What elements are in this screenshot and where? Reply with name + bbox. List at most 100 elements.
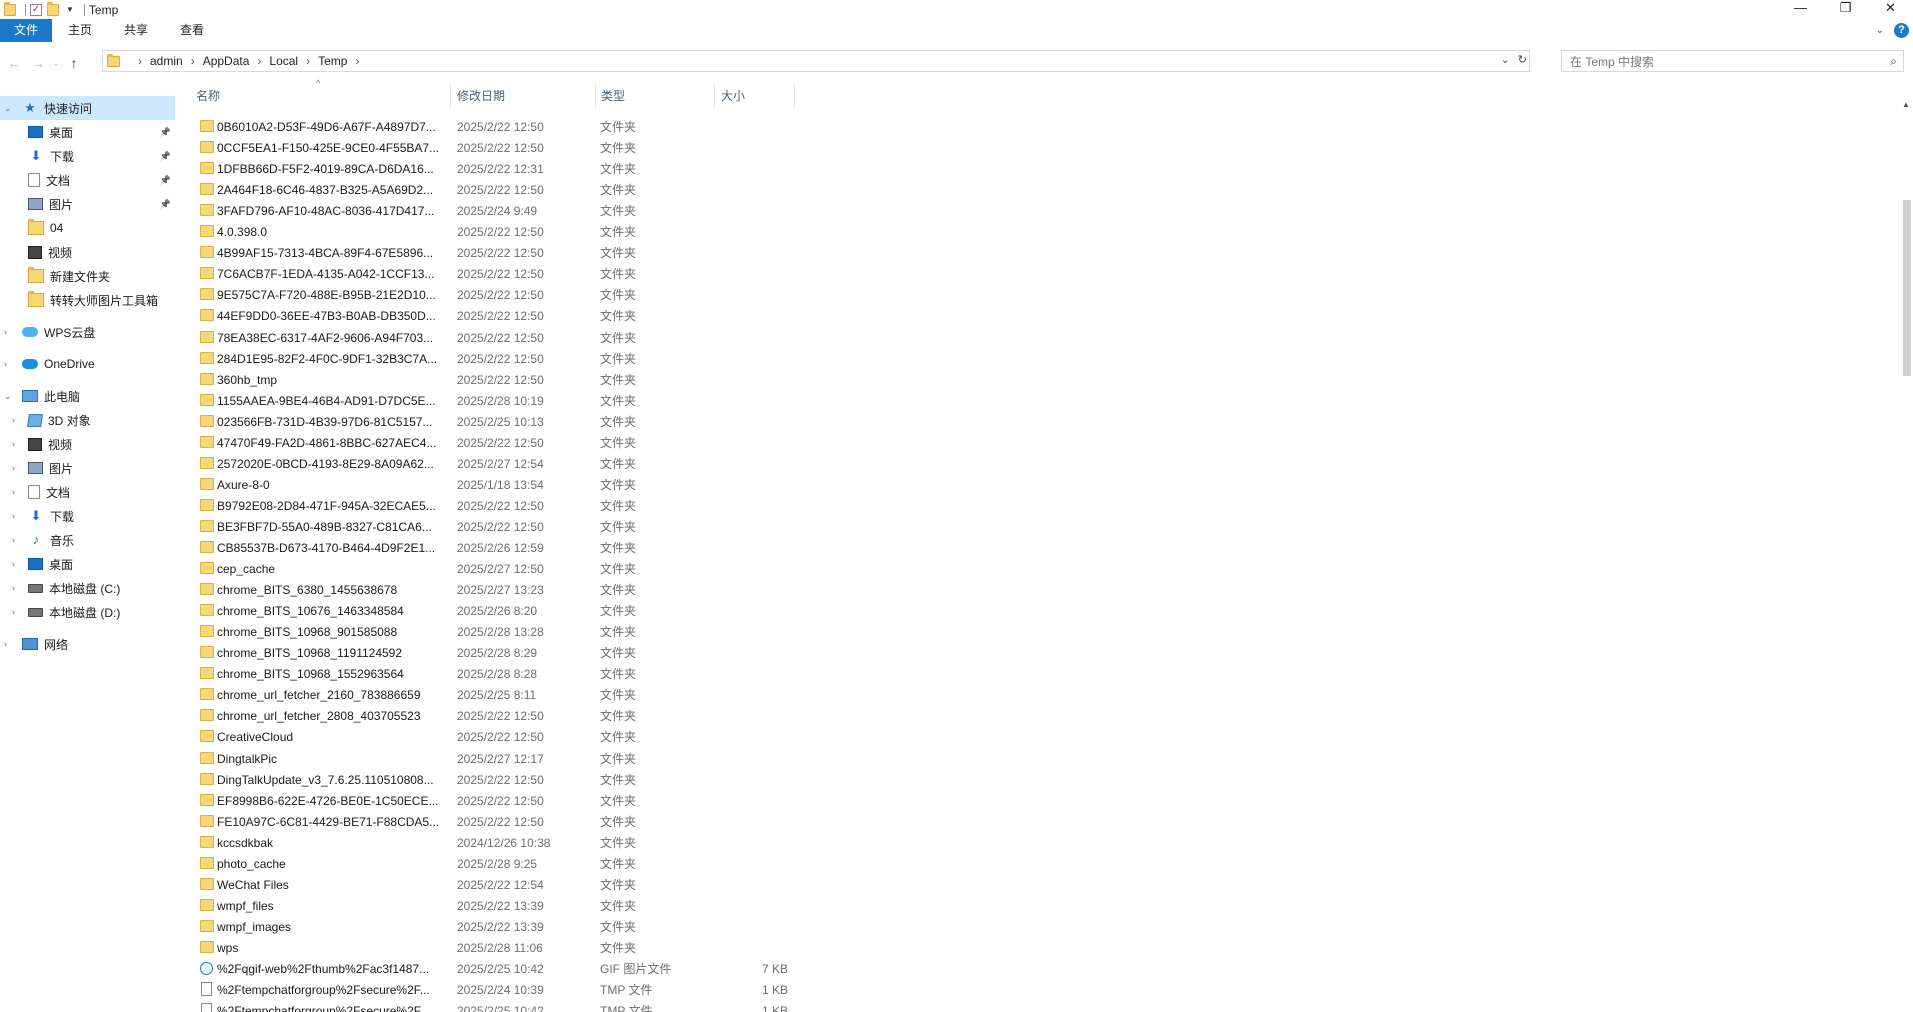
chevron-right-icon[interactable]: ›: [12, 535, 15, 545]
back-button[interactable]: ←: [2, 55, 26, 71]
sidebar-item[interactable]: ⬇ 下载 📌: [0, 144, 175, 168]
properties-icon[interactable]: ✓: [30, 3, 42, 16]
file-row[interactable]: 44EF9DD0-36EE-47B3-B0AB-DB350D... 2025/2/…: [196, 305, 796, 326]
file-row[interactable]: FE10A97C-6C81-4429-BE71-F88CDA5... 2025/2…: [196, 811, 796, 832]
close-button[interactable]: ✕: [1868, 0, 1913, 19]
address-bar[interactable]: › admin › AppData › Local › Temp › ⌄ ↻: [102, 50, 1530, 72]
sidebar-item[interactable]: › 文档: [0, 480, 175, 504]
chevron-right-icon[interactable]: ›: [138, 54, 142, 68]
chevron-right-icon[interactable]: ›: [12, 511, 15, 521]
refresh-icon[interactable]: ↻: [1518, 53, 1527, 66]
chevron-right-icon[interactable]: ›: [12, 439, 15, 449]
file-row[interactable]: kccsdkbak 2024/12/26 10:38 文件夹: [196, 832, 796, 853]
sidebar-item[interactable]: 新建文件夹: [0, 264, 175, 288]
file-row[interactable]: DingtalkPic 2025/2/27 12:17 文件夹: [196, 748, 796, 769]
tab-home[interactable]: 主页: [52, 19, 108, 42]
file-row[interactable]: DingTalkUpdate_v3_7.6.25.110510808... 202…: [196, 769, 796, 790]
file-row[interactable]: 360hb_tmp 2025/2/22 12:50 文件夹: [196, 369, 796, 390]
sidebar-item[interactable]: ⌄ 此电脑: [0, 384, 175, 408]
chevron-right-icon[interactable]: ›: [355, 54, 359, 68]
sidebar-item[interactable]: ⌄ ★ 快速访问: [0, 96, 175, 120]
file-row[interactable]: CB85537B-D673-4170-B464-4D9F2E1... 2025/2…: [196, 537, 796, 558]
scrollbar-thumb[interactable]: [1903, 200, 1911, 376]
new-folder-icon[interactable]: [47, 1, 59, 16]
chevron-right-icon[interactable]: ›: [191, 54, 195, 68]
file-row[interactable]: wps 2025/2/28 11:06 文件夹: [196, 937, 796, 958]
column-header-size[interactable]: 大小: [721, 84, 745, 106]
column-header-type[interactable]: 类型: [601, 84, 625, 106]
chevron-right-icon[interactable]: ›: [4, 359, 7, 369]
address-dropdown-icon[interactable]: ⌄: [1501, 53, 1510, 66]
file-row[interactable]: 023566FB-731D-4B39-97D6-81C5157... 2025/2…: [196, 411, 796, 432]
file-row[interactable]: CreativeCloud 2025/2/22 12:50 文件夹: [196, 726, 796, 747]
file-row[interactable]: 1155AAEA-9BE4-46B4-AD91-D7DC5E... 2025/2/…: [196, 390, 796, 411]
up-button[interactable]: ↑: [62, 55, 86, 71]
file-row[interactable]: 2A464F18-6C46-4837-B325-A5A69D2... 2025/2…: [196, 179, 796, 200]
file-row[interactable]: %2Ftempchatforgroup%2Fsecure%2F... 2025/2…: [196, 1000, 796, 1012]
file-row[interactable]: 0CCF5EA1-F150-425E-9CE0-4F55BA7... 2025/2…: [196, 137, 796, 158]
sidebar-item[interactable]: › 图片: [0, 456, 175, 480]
chevron-right-icon[interactable]: ›: [12, 583, 15, 593]
breadcrumb-local[interactable]: Local: [269, 54, 298, 68]
file-row[interactable]: %2Fqgif-web%2Fthumb%2Fac3f1487... 2025/2/…: [196, 958, 796, 979]
chevron-right-icon[interactable]: ›: [12, 559, 15, 569]
sidebar-item[interactable]: › 桌面: [0, 552, 175, 576]
sidebar-item[interactable]: › 3D 对象: [0, 408, 175, 432]
customize-toolbar-icon[interactable]: ▼: [66, 5, 74, 14]
expand-ribbon-icon[interactable]: ⌄: [1876, 25, 1884, 36]
file-row[interactable]: %2Ftempchatforgroup%2Fsecure%2F... 2025/2…: [196, 979, 796, 1000]
breadcrumb-temp[interactable]: Temp: [318, 54, 347, 68]
chevron-down-icon[interactable]: ⌄: [4, 103, 12, 114]
file-row[interactable]: photo_cache 2025/2/28 9:25 文件夹: [196, 853, 796, 874]
file-row[interactable]: 2572020E-0BCD-4193-8E29-8A09A62... 2025/2…: [196, 453, 796, 474]
file-row[interactable]: wmpf_images 2025/2/22 13:39 文件夹: [196, 916, 796, 937]
column-divider[interactable]: [794, 84, 795, 108]
chevron-right-icon[interactable]: ›: [12, 415, 15, 425]
file-row[interactable]: chrome_BITS_10968_1191124592 2025/2/28 8:…: [196, 642, 796, 663]
column-divider[interactable]: [714, 84, 715, 108]
sidebar-item[interactable]: › ♪ 音乐: [0, 528, 175, 552]
file-row[interactable]: 1DFBB66D-F5F2-4019-89CA-D6DA16... 2025/2/…: [196, 158, 796, 179]
file-row[interactable]: 9E575C7A-F720-488E-B95B-21E2D10... 2025/2…: [196, 284, 796, 305]
chevron-right-icon[interactable]: ›: [12, 607, 15, 617]
file-row[interactable]: chrome_url_fetcher_2160_783886659 2025/2/…: [196, 684, 796, 705]
breadcrumb-appdata[interactable]: AppData: [203, 54, 250, 68]
help-icon[interactable]: ?: [1894, 23, 1909, 38]
forward-button[interactable]: →: [26, 55, 50, 71]
file-row[interactable]: WeChat Files 2025/2/22 12:54 文件夹: [196, 874, 796, 895]
recent-locations-button[interactable]: ⌄: [50, 59, 62, 68]
file-row[interactable]: wmpf_files 2025/2/22 13:39 文件夹: [196, 895, 796, 916]
file-row[interactable]: chrome_BITS_10968_901585088 2025/2/28 13:…: [196, 621, 796, 642]
vertical-scrollbar[interactable]: ▲: [1900, 96, 1913, 1012]
tab-view[interactable]: 查看: [164, 19, 220, 42]
file-row[interactable]: chrome_BITS_10676_1463348584 2025/2/26 8:…: [196, 600, 796, 621]
tab-file[interactable]: 文件: [0, 19, 53, 42]
sidebar-item[interactable]: › WPS云盘: [0, 320, 175, 344]
file-row[interactable]: chrome_BITS_10968_1552963564 2025/2/28 8:…: [196, 663, 796, 684]
sidebar-item[interactable]: › OneDrive: [0, 352, 175, 376]
file-row[interactable]: 7C6ACB7F-1EDA-4135-A042-1CCF13... 2025/2/…: [196, 263, 796, 284]
sidebar-item[interactable]: 04: [0, 216, 175, 240]
file-row[interactable]: 4.0.398.0 2025/2/22 12:50 文件夹: [196, 221, 796, 242]
maximize-button[interactable]: ❐: [1823, 0, 1868, 19]
sidebar-item[interactable]: 转转大师图片工具箱: [0, 288, 175, 312]
chevron-right-icon[interactable]: ›: [12, 487, 15, 497]
file-row[interactable]: EF8998B6-622E-4726-BE0E-1C50ECE... 2025/2…: [196, 790, 796, 811]
scroll-up-icon[interactable]: ▲: [1902, 100, 1910, 109]
file-row[interactable]: 0B6010A2-D53F-49D6-A67F-A4897D7... 2025/2…: [196, 116, 796, 137]
sidebar-item[interactable]: 图片 📌: [0, 192, 175, 216]
file-row[interactable]: 47470F49-FA2D-4861-8BBC-627AEC4... 2025/2…: [196, 432, 796, 453]
file-row[interactable]: B9792E08-2D84-471F-945A-32ECAE5... 2025/2…: [196, 495, 796, 516]
file-row[interactable]: cep_cache 2025/2/27 12:50 文件夹: [196, 558, 796, 579]
sidebar-item[interactable]: 桌面 📌: [0, 120, 175, 144]
column-header-name[interactable]: 名称: [196, 84, 220, 106]
file-row[interactable]: BE3FBF7D-55A0-489B-8327-C81CA6... 2025/2/…: [196, 516, 796, 537]
chevron-right-icon[interactable]: ›: [306, 54, 310, 68]
file-row[interactable]: 78EA38EC-6317-4AF2-9606-A94F703... 2025/2…: [196, 327, 796, 348]
file-row[interactable]: 4B99AF15-7313-4BCA-89F4-67E5896... 2025/2…: [196, 242, 796, 263]
file-row[interactable]: chrome_BITS_6380_1455638678 2025/2/27 13:…: [196, 579, 796, 600]
minimize-button[interactable]: —: [1778, 0, 1823, 19]
file-row[interactable]: Axure-8-0 2025/1/18 13:54 文件夹: [196, 474, 796, 495]
search-input[interactable]: 在 Temp 中搜索 ⌕: [1561, 50, 1904, 72]
breadcrumb-admin[interactable]: admin: [150, 54, 183, 68]
